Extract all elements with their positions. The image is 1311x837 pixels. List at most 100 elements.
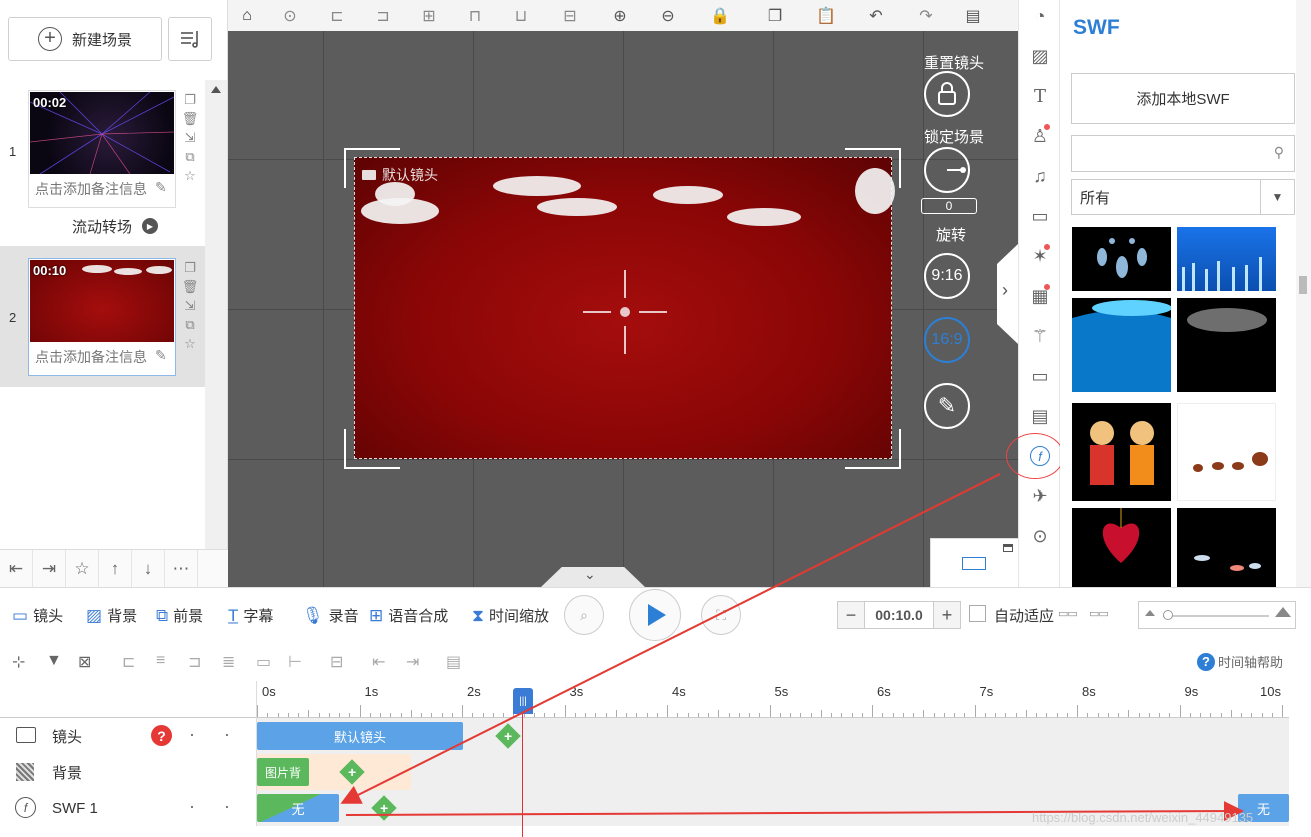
copy-icon[interactable]: ❐	[748, 0, 802, 31]
music-icon[interactable]: ♫	[1019, 160, 1061, 192]
folder-icon[interactable]: ▭	[1019, 360, 1061, 392]
paste-icon[interactable]: 📋	[802, 0, 850, 31]
rotate-value-input[interactable]: 0	[921, 198, 977, 214]
split-icon[interactable]: ⊟	[330, 652, 343, 672]
tab-tts[interactable]: ⊞ 语音合成	[369, 605, 448, 626]
align-left-icon[interactable]: ⊏	[122, 652, 135, 672]
home-icon[interactable]: ⌂	[228, 0, 266, 31]
swf-thumbnail-chickens[interactable]	[1177, 403, 1276, 501]
timeline-clip[interactable]: 无	[257, 794, 339, 822]
zoom-in-icon[interactable]: ⊕	[596, 0, 644, 31]
star-icon[interactable]: ☆	[184, 336, 196, 352]
timeline-help-link[interactable]: ? 时间轴帮助	[1197, 652, 1283, 671]
undo-icon[interactable]: ↶	[850, 0, 902, 31]
swf-category-select[interactable]: 所有 ▼	[1071, 179, 1295, 215]
redo-icon[interactable]: ↷	[902, 0, 950, 31]
timeline-clip[interactable]: 图片背	[257, 758, 309, 786]
align-left-icon[interactable]: ⊏	[314, 0, 360, 31]
scene-card[interactable]: 00:10 点击添加备注信息 ✎	[28, 258, 176, 376]
new-scene-button[interactable]: + 新建场景	[8, 17, 162, 61]
transition-label[interactable]: 流动转场	[72, 216, 132, 237]
star-icon[interactable]: ☆	[66, 550, 99, 588]
track-lane[interactable]: 图片背 +	[257, 754, 1289, 790]
shrink-track-icon[interactable]: ▭▭	[1058, 607, 1078, 620]
tab-camera[interactable]: ▭ 镜头	[12, 605, 63, 626]
track-row-camera[interactable]: 镜头 ? · · 默认镜头 +	[0, 718, 1289, 754]
fullscreen-button[interactable]: ⛶	[701, 595, 741, 635]
tab-subtitle[interactable]: T̲ 字幕	[228, 605, 273, 626]
scene-note[interactable]: 点击添加备注信息	[35, 347, 167, 367]
copy-icon[interactable]: ❐	[184, 260, 196, 276]
trash-icon[interactable]: 🗑	[182, 279, 199, 295]
swf-thumbnail-chandelier[interactable]	[1072, 227, 1171, 291]
duration-value[interactable]: 00:10.0	[864, 602, 934, 628]
swf-thumbnail-children[interactable]	[1072, 403, 1171, 501]
scene-item-1[interactable]: 1 00:02 点击添加备注信息 ✎ ❐ 🗑 ⇲ ⧉ ☆ 流动转场 ▶	[0, 90, 205, 240]
same-start-icon[interactable]: ⊢	[288, 652, 302, 672]
help-icon[interactable]: ?	[151, 725, 172, 746]
import-icon[interactable]: ⇤	[0, 550, 33, 588]
lock-dot[interactable]: ·	[224, 796, 230, 817]
timeline-clip[interactable]: 默认镜头	[257, 722, 463, 750]
speech-bubble-icon[interactable]: ▭	[1019, 200, 1061, 232]
duplicate-icon[interactable]: ⧉	[185, 149, 194, 165]
swf-thumbnail-goldfish[interactable]	[1177, 508, 1276, 587]
preview-mini-window[interactable]	[930, 538, 1018, 587]
more-icon[interactable]: ⋯	[165, 550, 198, 588]
swf-thumbnail-knot[interactable]	[1072, 508, 1171, 587]
align-bottom-icon[interactable]: ⊔	[498, 0, 544, 31]
frame-corner[interactable]	[344, 429, 400, 469]
copy-icon[interactable]: ❐	[184, 92, 196, 108]
properties-icon[interactable]: ▤	[446, 652, 461, 672]
timeline-ruler[interactable]: 0s 1s 2s 3s 4s 5s 6s 7s 8s 9s 10s	[257, 681, 1289, 718]
airplane-icon[interactable]: ✈	[1019, 480, 1061, 512]
tab-background[interactable]: ▨ 背景	[86, 605, 137, 626]
rotate-dial[interactable]	[924, 147, 970, 193]
slider-thumb[interactable]	[1163, 610, 1173, 620]
scene-item-2[interactable]: 2 00:10 点击添加备注信息 ✎ ❐ 🗑 ⇲ ⧉ ☆	[0, 258, 205, 378]
frame-corner[interactable]	[845, 148, 901, 188]
edit-camera-button[interactable]: ✎	[924, 383, 970, 429]
star-icon[interactable]: ☆	[184, 168, 196, 184]
scene-menu-button[interactable]	[168, 17, 212, 61]
zoom-out-icon[interactable]	[1145, 610, 1155, 616]
properties-icon[interactable]: ▤	[950, 0, 996, 31]
align-center-icon[interactable]: ≡	[156, 652, 165, 670]
search-icon[interactable]: ⚲	[1274, 144, 1284, 161]
text-icon[interactable]: T	[1019, 80, 1061, 112]
play-transition-icon[interactable]: ▶	[142, 218, 158, 234]
more-icon[interactable]: ⊙	[1019, 520, 1061, 552]
expand-track-icon[interactable]: ▭▭	[1089, 607, 1109, 620]
scene-list-scrollbar[interactable]	[205, 80, 227, 587]
window-icon[interactable]	[1003, 544, 1013, 552]
magic-wand-icon[interactable]: ⚚	[1019, 320, 1061, 352]
align-middle-icon[interactable]: ⊟	[544, 0, 596, 31]
edit-icon[interactable]: ✎	[155, 347, 167, 364]
character-icon[interactable]: ♙	[1019, 120, 1061, 152]
swf-thumbnail-smoke[interactable]	[1177, 298, 1276, 392]
lock-icon[interactable]: 🔒	[692, 0, 748, 31]
canvas-stage[interactable]: 默认镜头 重置镜头 锁定场景 0 旋转 9:16 16:9 ✎	[228, 31, 1018, 587]
lock-scene-button[interactable]	[924, 71, 970, 117]
zoom-in-icon[interactable]	[1275, 607, 1291, 617]
auto-fit-checkbox[interactable]	[969, 605, 986, 622]
export-icon[interactable]: ⇥	[33, 550, 66, 588]
move-down-icon[interactable]: ↓	[132, 550, 165, 588]
add-keyframe-button[interactable]: +	[371, 795, 397, 821]
align-right-icon[interactable]: ⊐	[360, 0, 406, 31]
track-lane[interactable]: 默认镜头 +	[257, 718, 1289, 754]
chevron-right-icon[interactable]: ›	[1002, 280, 1008, 301]
scroll-up-icon[interactable]	[211, 86, 221, 93]
duplicate-icon[interactable]: ⧉	[185, 317, 194, 333]
add-local-swf-button[interactable]: 添加本地SWF	[1071, 73, 1295, 124]
align-top-icon[interactable]: ⊓	[452, 0, 498, 31]
export-icon[interactable]: ⇲	[185, 298, 196, 314]
clear-filter-icon[interactable]: ⊠	[78, 652, 91, 672]
image-icon[interactable]: ▨	[1019, 40, 1061, 72]
playhead-handle[interactable]: |||	[513, 688, 533, 714]
picture-icon[interactable]: ▦	[1019, 280, 1061, 312]
same-width-icon[interactable]: ▭	[256, 652, 271, 672]
align-center-icon[interactable]: ⊞	[406, 0, 452, 31]
scrollbar-thumb[interactable]	[1299, 276, 1307, 294]
play-button[interactable]	[629, 589, 681, 641]
